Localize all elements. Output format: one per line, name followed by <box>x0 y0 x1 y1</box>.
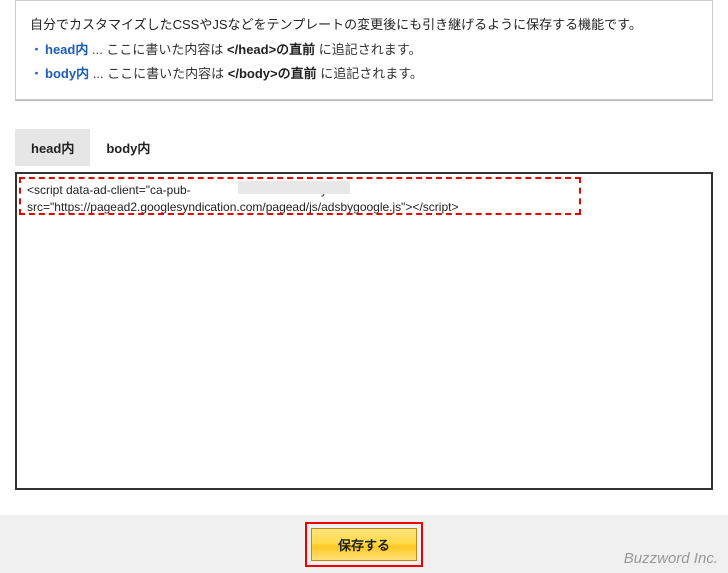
info-box: 自分でカスタマイズしたCSSやJSなどをテンプレートの変更後にも引き継げるように… <box>15 0 713 100</box>
textarea-wrap <box>15 172 713 493</box>
info-line-head: ・head内 ... ここに書いた内容は </head>の直前 に追記されます。 <box>30 38 698 63</box>
save-button[interactable]: 保存する <box>311 528 417 561</box>
info-line-body: ・body内 ... ここに書いた内容は </body>の直前 に追記されます。 <box>30 62 698 87</box>
bullet-icon: ・ <box>30 66 43 81</box>
tab-row: head内 body内 <box>15 129 713 166</box>
footer-bar: 保存する Buzzword Inc. <box>0 515 728 573</box>
tab-head[interactable]: head内 <box>15 129 90 166</box>
save-button-highlight: 保存する <box>305 522 423 567</box>
bullet-icon: ・ <box>30 42 43 57</box>
divider <box>15 100 713 101</box>
info-title: 自分でカスタマイズしたCSSやJSなどをテンプレートの変更後にも引き継げるように… <box>30 13 698 38</box>
tab-body[interactable]: body内 <box>90 129 166 166</box>
tabs-area: head内 body内 <box>15 129 713 493</box>
brand-label: Buzzword Inc. <box>624 550 718 567</box>
code-textarea[interactable] <box>15 172 713 490</box>
